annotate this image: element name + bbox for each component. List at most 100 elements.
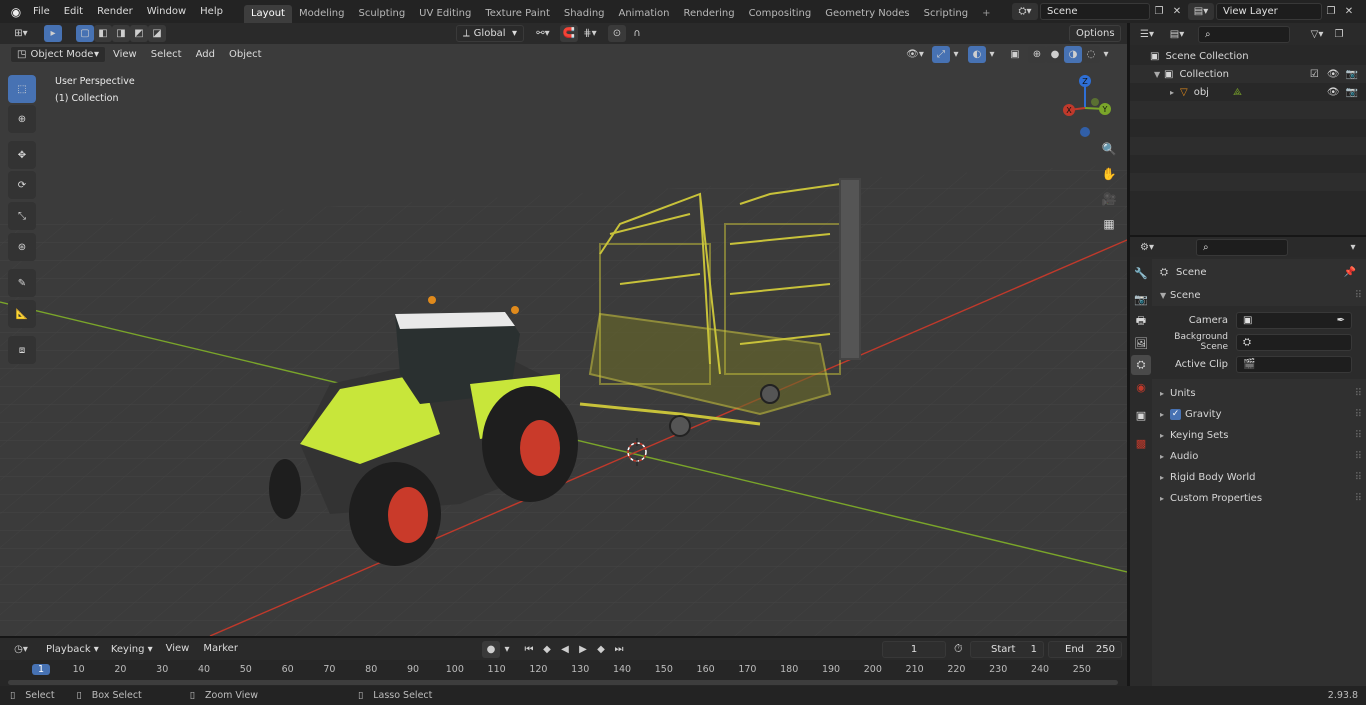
overlay-dropdown-icon[interactable]: ▾ xyxy=(986,46,998,63)
new-collection-icon[interactable]: ❐ xyxy=(1330,26,1348,43)
solid-shading-icon[interactable]: ● xyxy=(1046,46,1064,63)
tool-rotate[interactable]: ⟳ xyxy=(8,171,36,199)
select-subtract-icon[interactable]: ◨ xyxy=(112,25,130,42)
audio-panel-header[interactable]: ▸ Audio ⠿ xyxy=(1152,446,1366,467)
expand-obj-icon[interactable]: ▸ xyxy=(1170,88,1180,97)
select-intersect-icon[interactable]: ◪ xyxy=(148,25,166,42)
snap-toggle-icon[interactable]: 🧲 xyxy=(560,25,578,42)
pan-hand-icon[interactable]: ✋ xyxy=(1098,167,1120,192)
background-scene-field[interactable]: ⛭ xyxy=(1236,333,1352,351)
rendered-shading-icon[interactable]: ◌ xyxy=(1082,46,1100,63)
eye-icon[interactable]: 👁 xyxy=(1327,69,1340,80)
rigid-body-world-panel-header[interactable]: ▸ Rigid Body World ⠿ xyxy=(1152,467,1366,488)
render-tab-icon[interactable]: 📷 xyxy=(1131,289,1151,309)
falloff-icon[interactable]: ∩ xyxy=(626,25,648,42)
timeline-scrollbar[interactable] xyxy=(8,680,1118,685)
outliner-search-input[interactable]: ⌕ xyxy=(1198,25,1290,43)
tool-select-box[interactable]: ⬚ xyxy=(8,75,36,103)
gizmo-dropdown-icon[interactable]: ▾ xyxy=(950,46,962,63)
overlay-toggle-icon[interactable]: ◐ xyxy=(968,46,986,63)
properties-editor-icon[interactable]: ⚙▾ xyxy=(1134,239,1160,256)
tab-modeling[interactable]: Modeling xyxy=(292,5,352,23)
tool-add-cube[interactable]: ⧈ xyxy=(8,336,36,364)
menu-render[interactable]: Render xyxy=(90,0,140,23)
include-checkbox-icon[interactable]: ☑ xyxy=(1310,69,1319,80)
camera-render-icon[interactable]: 📷 xyxy=(1346,87,1358,98)
timeline-menu-view[interactable]: View xyxy=(159,638,197,660)
panel-grip-icon[interactable]: ⠿ xyxy=(1355,451,1362,462)
scene-tab-icon[interactable]: ⛭ xyxy=(1131,355,1151,375)
filter-icon[interactable]: ▽▾ xyxy=(1304,26,1330,43)
timeline-menu-marker[interactable]: Marker xyxy=(196,638,245,660)
custom-properties-panel-header[interactable]: ▸ Custom Properties ⠿ xyxy=(1152,488,1366,509)
snap-target-icon[interactable]: ⋕▾ xyxy=(578,25,602,42)
tool-cursor[interactable]: ⊕ xyxy=(8,105,36,133)
menu-file[interactable]: File xyxy=(26,0,57,23)
tool-scale[interactable]: ⤡ xyxy=(8,202,36,230)
gravity-checkbox[interactable]: ✓ xyxy=(1170,409,1181,420)
add-workspace-button[interactable]: + xyxy=(975,5,997,23)
menu-edit[interactable]: Edit xyxy=(57,0,90,23)
record-icon[interactable]: ● xyxy=(482,641,500,658)
start-frame-field[interactable]: Start 1 xyxy=(970,641,1044,658)
current-frame-marker[interactable]: 1 xyxy=(32,664,50,675)
current-frame-field[interactable]: 1 xyxy=(882,641,946,658)
playback-dropdown[interactable]: Playback ▾ xyxy=(40,640,105,658)
stopwatch-icon[interactable]: ⏱ xyxy=(954,642,963,656)
tool-measure[interactable]: 📐 xyxy=(8,300,36,328)
options-dropdown[interactable]: Options ▾ xyxy=(1069,25,1121,54)
tab-animation[interactable]: Animation xyxy=(612,5,677,23)
shading-dropdown-icon[interactable]: ▾ xyxy=(1100,46,1112,63)
viewport-menu-select[interactable]: Select xyxy=(144,44,189,65)
texture-tab-icon[interactable]: ▩ xyxy=(1131,433,1151,453)
blender-logo-icon[interactable]: ◉ xyxy=(6,5,26,19)
material-shading-icon[interactable]: ◑ xyxy=(1064,46,1082,63)
prev-keyframe-icon[interactable]: ◆ xyxy=(538,641,556,658)
scene-name-field[interactable]: Scene xyxy=(1040,3,1150,20)
orientation-dropdown[interactable]: ⟂ Global ▾ xyxy=(456,25,524,42)
tab-geometry-nodes[interactable]: Geometry Nodes xyxy=(818,5,916,23)
record-dropdown-icon[interactable]: ▾ xyxy=(500,641,514,658)
camera-field[interactable]: ▣ ✒ xyxy=(1236,311,1352,329)
tool-tab-icon[interactable]: 🔧 xyxy=(1131,263,1151,283)
play-icon[interactable]: ▶ xyxy=(574,641,592,658)
new-view-layer-icon[interactable]: ❐ xyxy=(1322,3,1340,20)
view-layer-icon[interactable]: ▤▾ xyxy=(1188,3,1214,20)
units-panel-header[interactable]: ▸ Units ⠿ xyxy=(1152,383,1366,404)
outliner-row-obj[interactable]: ▸ ▽ obj ⟁ 👁 📷 xyxy=(1130,83,1366,101)
keying-sets-panel-header[interactable]: ▸ Keying Sets ⠿ xyxy=(1152,425,1366,446)
panel-grip-icon[interactable]: ⠿ xyxy=(1355,290,1362,301)
active-clip-field[interactable]: 🎬 xyxy=(1236,355,1352,373)
wireframe-shading-icon[interactable]: ⊕ xyxy=(1028,46,1046,63)
tab-sculpting[interactable]: Sculpting xyxy=(351,5,412,23)
viewport-menu-object[interactable]: Object xyxy=(222,44,269,65)
panel-grip-icon[interactable]: ⠿ xyxy=(1355,430,1362,441)
end-frame-field[interactable]: End 250 xyxy=(1048,641,1122,658)
tab-rendering[interactable]: Rendering xyxy=(676,5,741,23)
timeline-editor-icon[interactable]: ◷▾ xyxy=(8,641,34,658)
next-keyframe-icon[interactable]: ◆ xyxy=(592,641,610,658)
jump-end-icon[interactable]: ⏭ xyxy=(610,641,628,658)
jump-start-icon[interactable]: ⏮ xyxy=(520,641,538,658)
remove-scene-icon[interactable]: ✕ xyxy=(1168,3,1186,20)
menu-window[interactable]: Window xyxy=(140,0,193,23)
scene-panel-header[interactable]: ▼ Scene ⠿ xyxy=(1152,285,1366,306)
visibility-icon[interactable]: 👁▾ xyxy=(902,46,928,63)
select-new-icon[interactable]: ▢ xyxy=(76,25,94,42)
tab-texture-paint[interactable]: Texture Paint xyxy=(478,5,557,23)
view-layer-tab-icon[interactable]: 🖼 xyxy=(1131,333,1151,353)
keying-dropdown[interactable]: Keying ▾ xyxy=(104,640,159,658)
select-invert-icon[interactable]: ◩ xyxy=(130,25,148,42)
navigation-gizmo[interactable]: Z Y X xyxy=(1055,72,1115,138)
display-mode-icon[interactable]: ▤▾ xyxy=(1164,26,1190,43)
panel-grip-icon[interactable]: ⠿ xyxy=(1355,388,1362,399)
3d-viewport[interactable]: User Perspective (1) Collection ⬚ ⊕ ✥ ⟳ … xyxy=(0,44,1127,636)
gravity-panel-header[interactable]: ▸ ✓ Gravity ⠿ xyxy=(1152,404,1366,425)
tool-move[interactable]: ✥ xyxy=(8,141,36,169)
pin-icon[interactable]: 📌 xyxy=(1344,267,1356,278)
remove-view-layer-icon[interactable]: ✕ xyxy=(1340,3,1358,20)
tab-shading[interactable]: Shading xyxy=(557,5,612,23)
viewport-menu-view[interactable]: View xyxy=(106,44,144,65)
object-mode-dropdown[interactable]: ◳ Object Mode ▾ xyxy=(10,46,106,63)
output-tab-icon[interactable]: 🖶 xyxy=(1131,311,1151,331)
